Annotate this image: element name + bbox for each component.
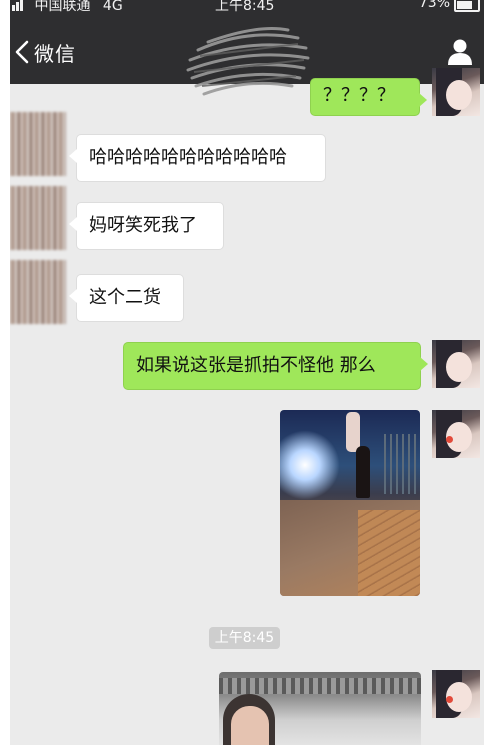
my-avatar[interactable] xyxy=(432,670,480,718)
profile-icon[interactable] xyxy=(446,38,474,66)
friend-avatar[interactable] xyxy=(10,260,66,324)
chat-bubble-received[interactable]: 妈呀笑死我了 xyxy=(69,202,224,250)
chat-bubble-received[interactable]: 这个二货 xyxy=(69,274,184,322)
friend-avatar[interactable] xyxy=(10,186,66,250)
back-label: 微信 xyxy=(34,41,76,66)
my-avatar[interactable] xyxy=(432,410,480,458)
my-avatar[interactable] xyxy=(432,68,480,116)
battery-icon xyxy=(454,0,480,12)
chat-bubble-received[interactable]: 哈哈哈哈哈哈哈哈哈哈哈 xyxy=(69,134,326,182)
photo-background-strip xyxy=(219,678,421,694)
signal-icon xyxy=(12,0,24,15)
photo-message[interactable] xyxy=(219,672,421,745)
avatar-face xyxy=(446,80,472,110)
carrier-label: 中国联通 xyxy=(34,0,91,14)
status-bar: 中国联通 4G 上午8:45 73% xyxy=(10,0,484,20)
photo-railing xyxy=(384,434,420,494)
avatar-face xyxy=(446,352,472,382)
back-button[interactable]: 微信 xyxy=(12,34,76,70)
chat-area[interactable]: ？？？？ 哈哈哈哈哈哈哈哈哈哈哈 妈呀笑死我了 这个二货 如果说这张是抓拍不怪他… xyxy=(10,68,484,745)
avatar-mark xyxy=(446,696,453,703)
photo-person-face xyxy=(231,706,269,745)
status-battery-label: 73% xyxy=(418,0,450,11)
chevron-left-icon xyxy=(15,40,29,64)
network-label: 4G xyxy=(102,0,123,14)
avatar-mark xyxy=(446,436,453,443)
my-avatar[interactable] xyxy=(432,340,480,388)
wechat-chat-screen: 中国联通 4G 上午8:45 73% 微信 ？？？？ 哈哈哈哈哈哈哈哈哈哈哈 妈… xyxy=(10,0,484,745)
photo-tiles xyxy=(358,510,420,596)
chat-bubble-sent[interactable]: ？？？？ xyxy=(310,78,427,116)
photo-message[interactable] xyxy=(280,410,420,596)
chat-bubble-sent[interactable]: 如果说这张是抓拍不怪他 那么 xyxy=(123,342,428,390)
chat-timestamp: 上午8:45 xyxy=(209,627,280,649)
status-time: 上午8:45 xyxy=(215,0,275,14)
screenshot: 中国联通 4G 上午8:45 73% 微信 ？？？？ 哈哈哈哈哈哈哈哈哈哈哈 妈… xyxy=(0,0,494,745)
nav-bar: 微信 xyxy=(10,20,484,96)
photo-light xyxy=(280,430,340,500)
friend-avatar[interactable] xyxy=(10,112,66,176)
status-left: 中国联通 4G xyxy=(12,0,123,15)
photo-person-lower xyxy=(356,446,370,498)
